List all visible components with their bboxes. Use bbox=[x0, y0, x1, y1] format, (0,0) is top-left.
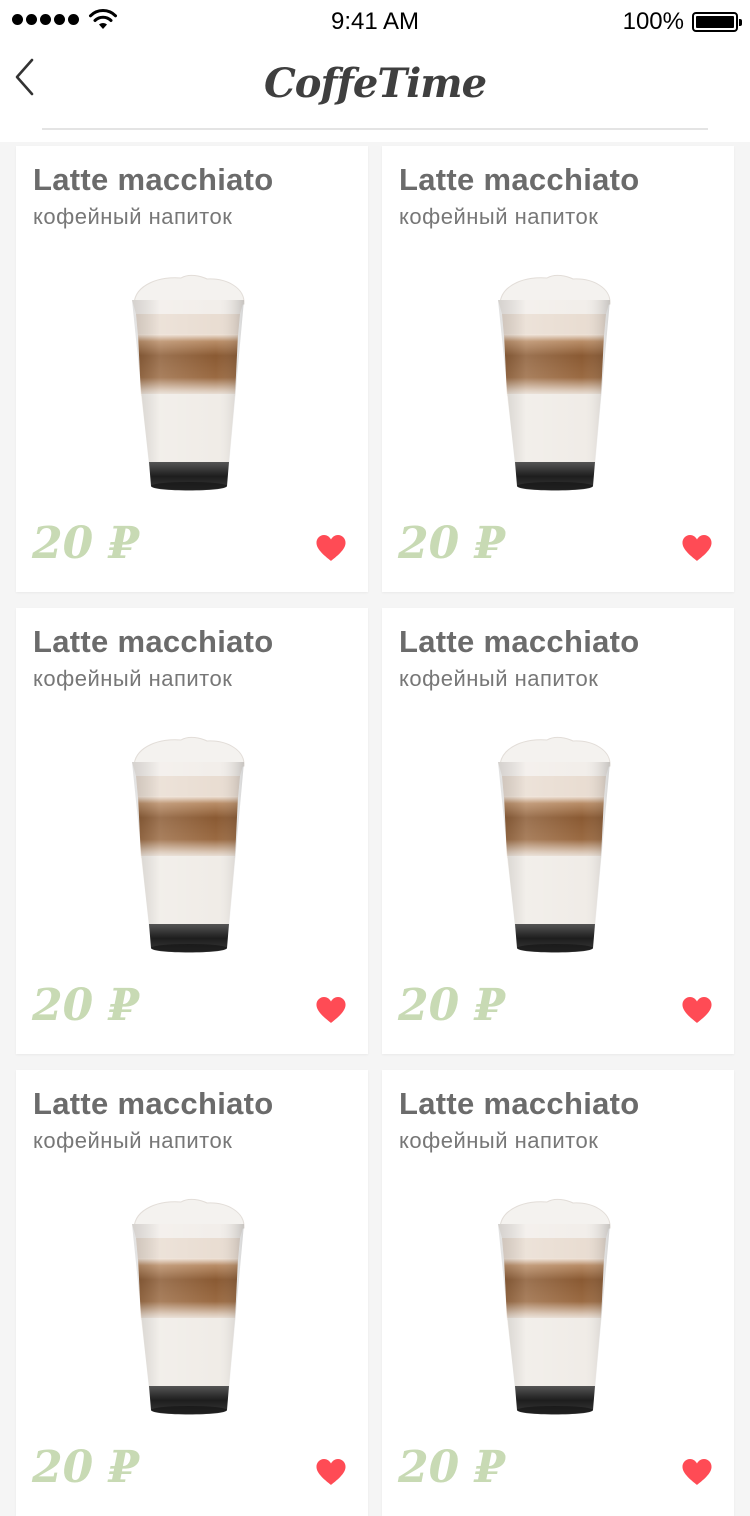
status-bar: 9:41 AM 100% bbox=[0, 0, 750, 42]
product-grid: Latte macchiato кофейный напиток 20 ₽ La… bbox=[16, 146, 734, 1516]
latte-glass-image bbox=[498, 1198, 611, 1415]
product-subtitle: кофейный напиток bbox=[399, 204, 599, 229]
product-name: Latte macchiato bbox=[399, 1086, 640, 1121]
app-title: CoffeTime bbox=[263, 60, 487, 107]
product-name: Latte macchiato bbox=[399, 624, 640, 659]
navigation-bar: CoffeTime bbox=[0, 42, 750, 142]
header-divider bbox=[42, 128, 708, 130]
product-name: Latte macchiato bbox=[33, 624, 274, 659]
product-name: Latte macchiato bbox=[33, 1086, 274, 1121]
heart-icon[interactable] bbox=[681, 996, 713, 1024]
product-card[interactable]: Latte macchiato кофейный напиток 20 ₽ bbox=[16, 608, 368, 1054]
product-price: 20 ₽ bbox=[398, 1442, 506, 1493]
heart-icon[interactable] bbox=[315, 1458, 347, 1486]
product-card[interactable]: Latte macchiato кофейный напиток 20 ₽ bbox=[382, 146, 734, 592]
product-price: 20 ₽ bbox=[32, 518, 140, 569]
product-subtitle: кофейный напиток bbox=[33, 666, 233, 691]
product-subtitle: кофейный напиток bbox=[399, 1128, 599, 1153]
latte-glass-image bbox=[498, 736, 611, 953]
battery-percentage: 100% bbox=[622, 8, 684, 35]
battery-icon bbox=[692, 12, 742, 32]
heart-icon[interactable] bbox=[315, 996, 347, 1024]
heart-icon[interactable] bbox=[681, 1458, 713, 1486]
product-card[interactable]: Latte macchiato кофейный напиток 20 ₽ bbox=[16, 1070, 368, 1516]
product-card[interactable]: Latte macchiato кофейный напиток 20 ₽ bbox=[382, 1070, 734, 1516]
product-name: Latte macchiato bbox=[399, 162, 640, 197]
product-subtitle: кофейный напиток bbox=[33, 204, 233, 229]
product-subtitle: кофейный напиток bbox=[33, 1128, 233, 1153]
latte-glass-image bbox=[132, 736, 245, 953]
heart-icon[interactable] bbox=[315, 534, 347, 562]
latte-glass-image bbox=[132, 1198, 245, 1415]
product-card[interactable]: Latte macchiato кофейный напиток 20 ₽ bbox=[16, 146, 368, 592]
product-price: 20 ₽ bbox=[398, 518, 506, 569]
latte-glass-image bbox=[498, 274, 611, 491]
product-price: 20 ₽ bbox=[398, 980, 506, 1031]
heart-icon[interactable] bbox=[681, 534, 713, 562]
product-card[interactable]: Latte macchiato кофейный напиток 20 ₽ bbox=[382, 608, 734, 1054]
product-subtitle: кофейный напиток bbox=[399, 666, 599, 691]
product-name: Latte macchiato bbox=[33, 162, 274, 197]
product-price: 20 ₽ bbox=[32, 980, 140, 1031]
latte-glass-image bbox=[132, 274, 245, 491]
product-price: 20 ₽ bbox=[32, 1442, 140, 1493]
